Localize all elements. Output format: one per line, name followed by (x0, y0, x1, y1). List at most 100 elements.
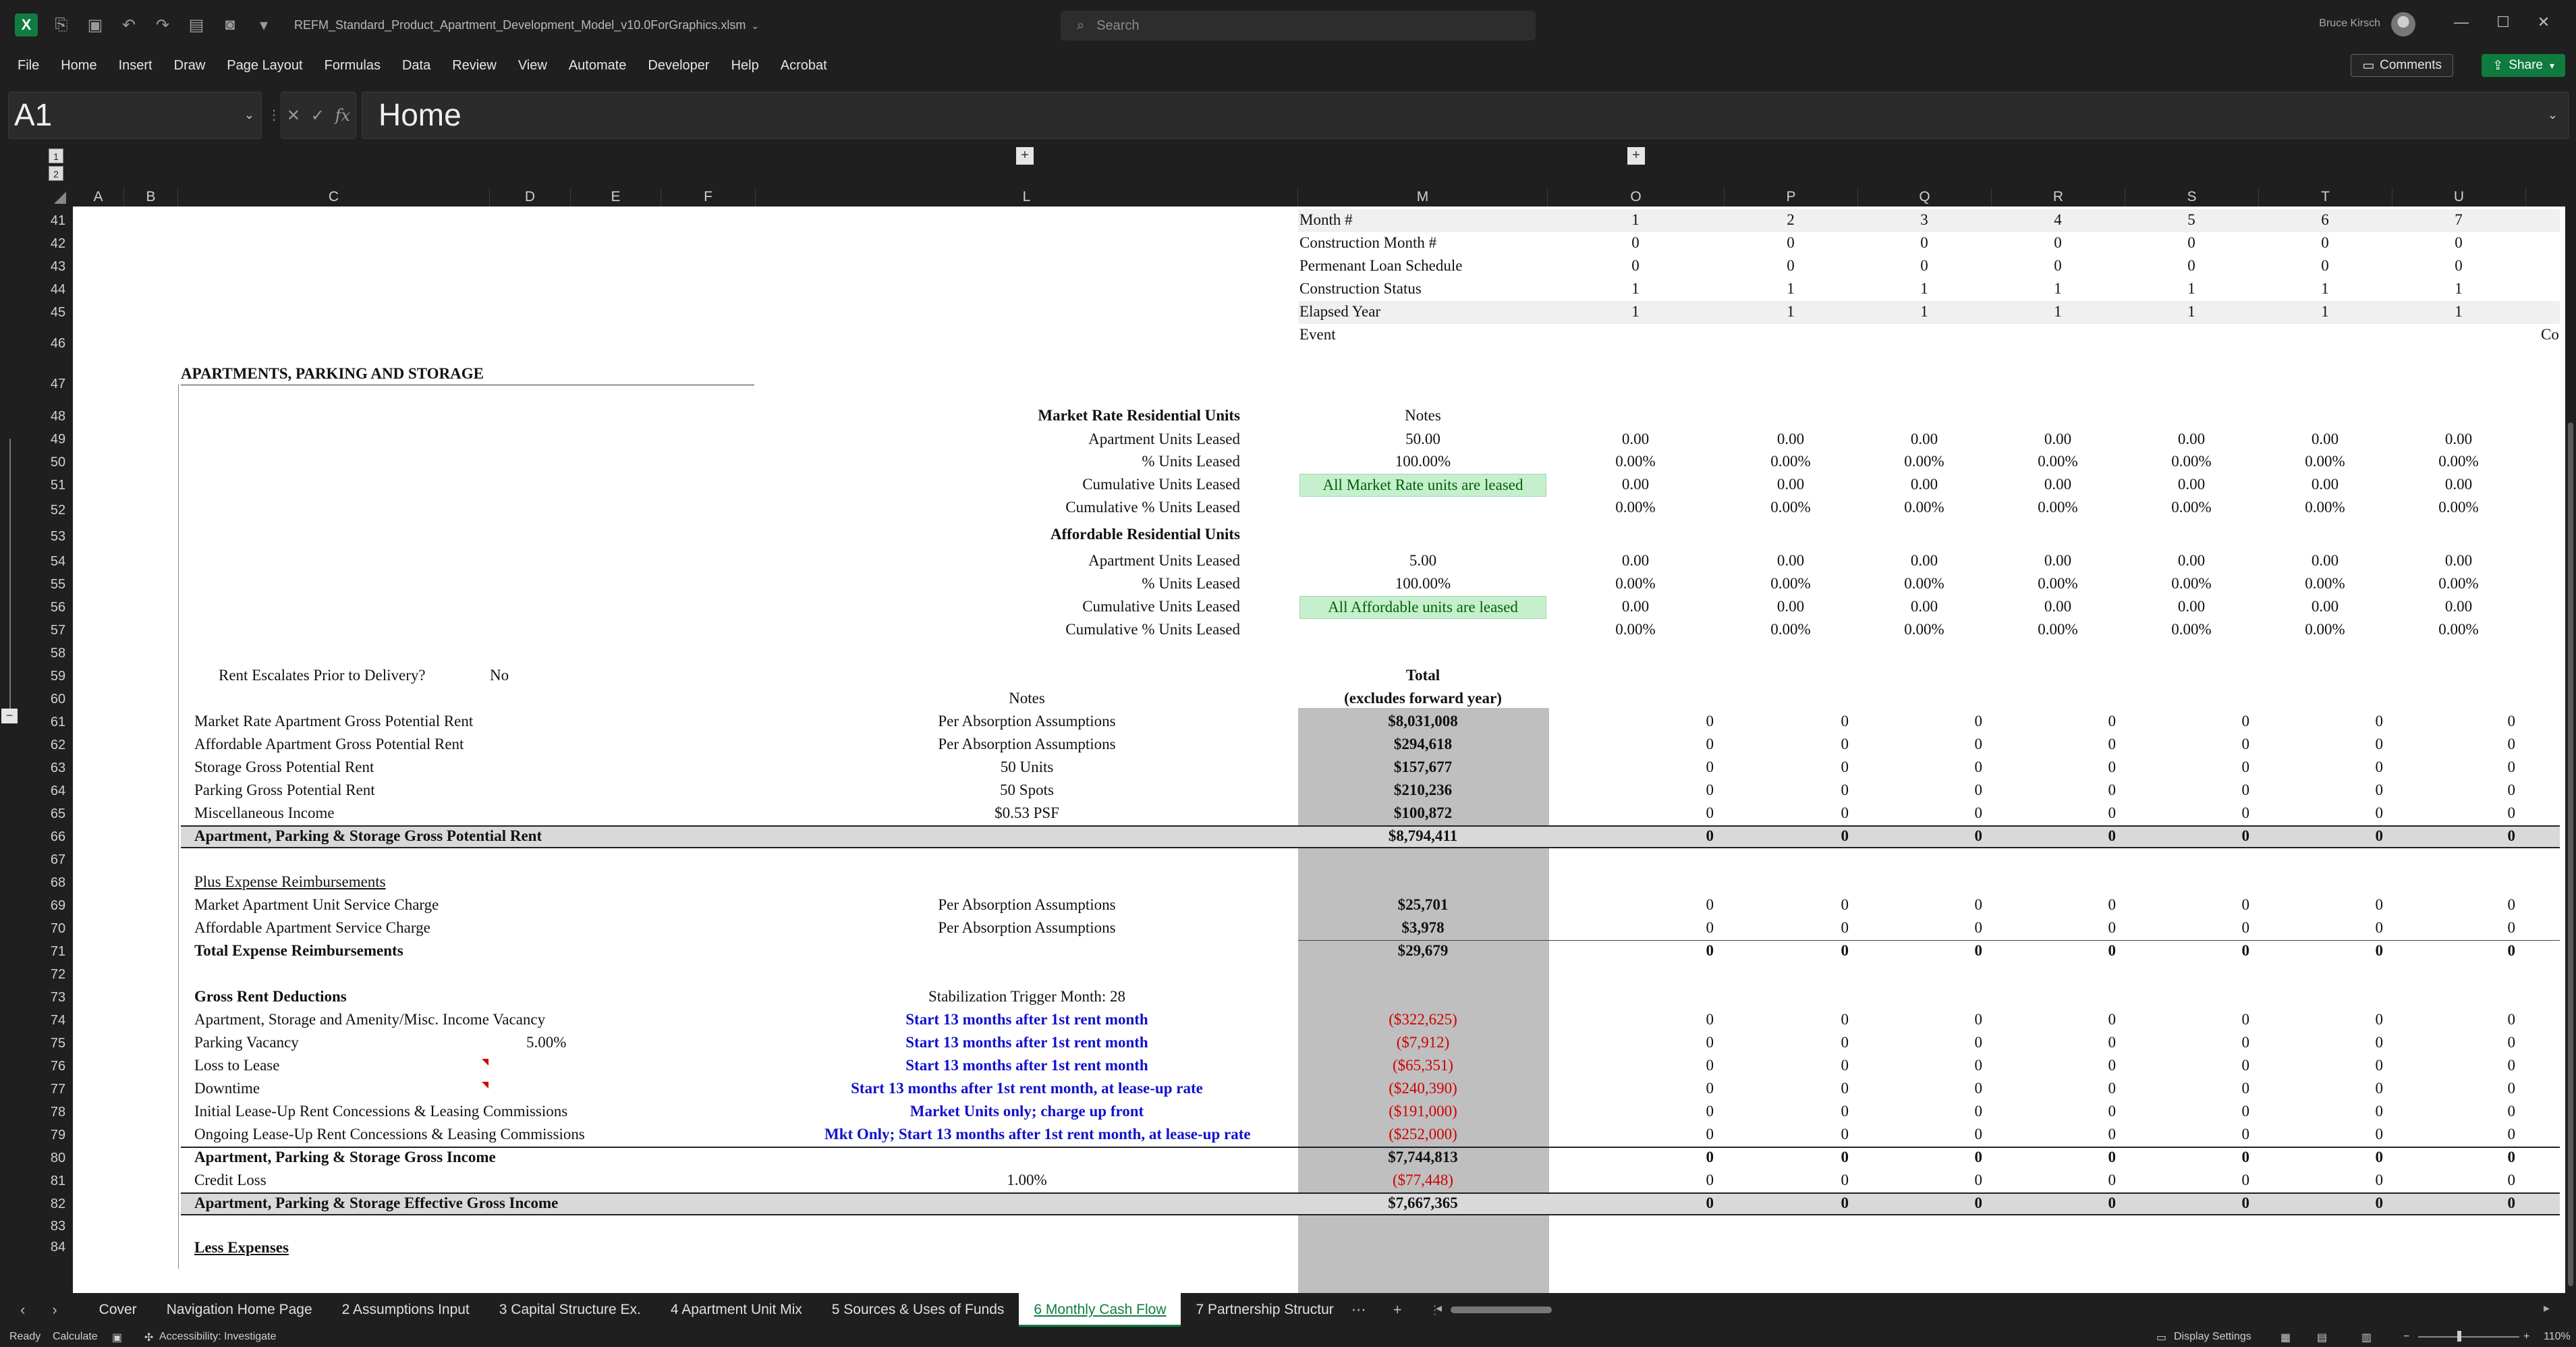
autosave-icon[interactable]: ⎘ (51, 15, 72, 35)
period-value[interactable]: 0 (1706, 1078, 1714, 1099)
market-row-value[interactable]: 0.00 (2256, 429, 2565, 450)
row-header[interactable]: 75 (43, 1032, 73, 1055)
menu-developer[interactable]: Developer (648, 58, 709, 74)
row-header[interactable]: 43 (43, 255, 73, 278)
menu-home[interactable]: Home (61, 58, 96, 74)
menu-review[interactable]: Review (452, 58, 497, 74)
period-value[interactable]: 0 (2376, 1101, 2384, 1122)
gross-income-label[interactable]: Apartment, Parking & Storage Gross Incom… (194, 1147, 496, 1168)
period-value[interactable]: 0 (2108, 894, 2117, 916)
market-row-label[interactable]: Apartment Units Leased (1088, 429, 1240, 450)
comments-button[interactable]: ▭ Comments (2351, 54, 2453, 77)
period-value[interactable]: 0 (1706, 711, 1714, 732)
timeline-label[interactable]: Construction Month # (1299, 232, 1436, 254)
row-header[interactable]: 68 (43, 871, 73, 894)
accessibility-status[interactable]: Accessibility: Investigate (159, 1331, 276, 1343)
period-value[interactable]: 0 (2376, 940, 2384, 962)
sheet-tab-unit-mix[interactable]: 4 Apartment Unit Mix (656, 1293, 817, 1327)
timeline-value[interactable]: 0 (2256, 255, 2565, 277)
market-row-value[interactable]: 0.00% (2256, 451, 2565, 472)
row-header[interactable]: 42 (43, 232, 73, 255)
column-header-e[interactable]: E (571, 188, 661, 207)
affordable-row-label[interactable]: Apartment Units Leased (1088, 550, 1240, 572)
reimb-row-note[interactable]: Per Absorption Assumptions (824, 894, 1229, 916)
period-value[interactable]: 0 (1706, 757, 1714, 778)
column-header-b[interactable]: B (124, 188, 178, 207)
row-header[interactable]: 83 (43, 1215, 73, 1237)
column-header-c[interactable]: C (178, 188, 490, 207)
gpr-row-label[interactable]: Miscellaneous Income (194, 802, 335, 824)
period-value[interactable]: 0 (1706, 1192, 1714, 1214)
row-header[interactable]: 55 (43, 573, 73, 596)
row-header[interactable]: 71 (43, 940, 73, 963)
more-sheets-icon[interactable]: ⋯ (1351, 1301, 1366, 1319)
affordable-row-value[interactable]: 0.00 (2256, 596, 2565, 617)
reimb-row-label[interactable]: Affordable Apartment Service Charge (194, 917, 430, 939)
period-value[interactable]: 0 (1841, 1009, 1849, 1030)
period-value[interactable]: 0 (2508, 1170, 2516, 1191)
stabilization-note[interactable]: Stabilization Trigger Month: 28 (824, 986, 1229, 1008)
period-value[interactable]: 0 (1706, 825, 1714, 847)
credit-loss-label[interactable]: Credit Loss (194, 1170, 267, 1191)
expand-formula-bar-icon[interactable]: ⌄ (2548, 92, 2558, 137)
menu-automate[interactable]: Automate (569, 58, 627, 74)
period-value[interactable]: 0 (2508, 1055, 2516, 1076)
gpr-row-total[interactable]: $157,677 (1221, 757, 1625, 778)
period-value[interactable]: 0 (2108, 1032, 2117, 1053)
period-value[interactable]: 0 (1841, 1147, 1849, 1168)
worksheet-grid[interactable]: Month # Construction Month # Permenant Loa… (73, 207, 2565, 1293)
accessibility-icon[interactable]: ✣ (144, 1331, 153, 1344)
gpr-row-note[interactable]: Per Absorption Assumptions (824, 711, 1229, 732)
row-header[interactable]: 48 (43, 405, 73, 429)
affordable-row-label[interactable]: Cumulative Units Leased (1082, 596, 1240, 617)
expand-group-icon[interactable]: + (1627, 147, 1645, 165)
timeline-label[interactable]: Event (1299, 324, 1336, 346)
horizontal-scroll-thumb[interactable] (1451, 1307, 1552, 1313)
period-value[interactable]: 0 (2108, 825, 2117, 847)
deduction-row-note[interactable]: Start 13 months after 1st rent month (824, 1032, 1229, 1053)
reimb-row-note[interactable]: Per Absorption Assumptions (824, 917, 1229, 939)
period-value[interactable]: 0 (2376, 1170, 2384, 1191)
sheet-tab-partnership[interactable]: 7 Partnership Structur (1181, 1293, 1348, 1327)
period-value[interactable]: 0 (1975, 894, 1983, 916)
period-value[interactable]: 0 (1975, 1147, 1983, 1168)
gpr-row-label[interactable]: Affordable Apartment Gross Potential Ren… (194, 734, 464, 755)
menu-data[interactable]: Data (402, 58, 430, 74)
menu-file[interactable]: File (18, 58, 39, 74)
period-value[interactable]: 0 (1975, 1101, 1983, 1122)
period-value[interactable]: 0 (1706, 1055, 1714, 1076)
expenses-header[interactable]: Less Expenses (194, 1237, 289, 1259)
reimbursements-header[interactable]: Plus Expense Reimbursements (194, 871, 386, 893)
period-value[interactable]: 0 (1975, 1192, 1983, 1214)
menu-acrobat[interactable]: Acrobat (781, 58, 827, 74)
period-value[interactable]: 0 (1706, 779, 1714, 801)
row-header[interactable]: 79 (43, 1124, 73, 1147)
period-value[interactable]: 0 (2508, 940, 2516, 962)
deduction-row-label[interactable]: Initial Lease-Up Rent Concessions & Leas… (194, 1101, 567, 1122)
period-value[interactable]: 0 (2108, 779, 2117, 801)
scroll-left-icon[interactable]: ◂ (1436, 1301, 1442, 1315)
next-sheet-icon[interactable]: › (52, 1301, 57, 1319)
row-header[interactable]: 57 (43, 619, 73, 642)
period-value[interactable]: 0 (2508, 894, 2516, 916)
avatar[interactable] (2391, 12, 2415, 36)
row-header[interactable]: 81 (43, 1170, 73, 1192)
customize-quick-access-icon[interactable]: ▾ (254, 15, 274, 35)
period-value[interactable]: 0 (2108, 734, 2117, 755)
add-sheet-icon[interactable]: + (1393, 1301, 1402, 1319)
sheet-tab-monthly-cash-flow[interactable]: 6 Monthly Cash Flow (1019, 1293, 1181, 1327)
period-value[interactable]: 0 (1706, 1147, 1714, 1168)
row-header[interactable]: 73 (43, 986, 73, 1009)
gross-income-value[interactable]: $7,744,813 (1221, 1147, 1625, 1168)
market-row-label[interactable]: Cumulative % Units Leased (1065, 497, 1240, 518)
column-header-t[interactable]: T (2259, 188, 2392, 207)
gpr-row-note[interactable]: Per Absorption Assumptions (824, 734, 1229, 755)
column-header-d[interactable]: D (490, 188, 571, 207)
row-header[interactable]: 62 (43, 734, 73, 757)
row-header[interactable]: 54 (43, 550, 73, 573)
rent-escalates-label[interactable]: Rent Escalates Prior to Delivery? (219, 665, 426, 686)
menu-page-layout[interactable]: Page Layout (227, 58, 302, 74)
period-value[interactable]: 0 (1975, 802, 1983, 824)
deduction-row-note[interactable]: Start 13 months after 1st rent month, at… (824, 1078, 1229, 1099)
period-value[interactable]: 0 (1975, 734, 1983, 755)
